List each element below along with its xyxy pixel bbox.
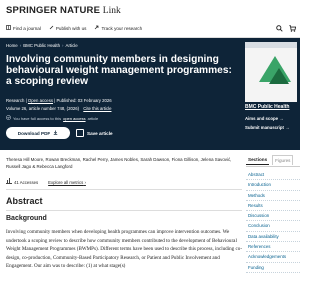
sidebar-item-methods[interactable]: Methods [246,191,300,201]
pencil-icon [49,25,54,31]
open-access-link[interactable]: Open access [28,98,53,103]
aims-scope-label: Aims and scope [245,116,278,121]
cover-shape-small [269,68,289,84]
access-open-link[interactable]: open access [63,116,85,121]
search-icon[interactable] [276,25,283,33]
abstract-divider [6,210,242,211]
cart-icon[interactable] [289,25,297,33]
sidebar-item-references[interactable]: References [246,242,300,253]
brand-name: SPRINGER NATURE [6,5,101,16]
download-pdf-label: Download PDF [17,130,51,136]
article-title: Involving community members in designing… [6,54,232,88]
arrow-right-icon: → [279,116,284,121]
submit-manuscript-link[interactable]: Submit manuscript → [245,125,289,130]
article-type: Research [6,98,25,103]
sidebar-tab-divider [246,166,300,167]
save-article-label: Save article [87,130,113,136]
access-prefix: You have full access to this [13,115,62,121]
book-icon [6,25,11,31]
cite-article-link[interactable]: Cite this article [83,106,111,111]
published-date: Published: 03 February 2026 [56,98,112,103]
header-actions [276,25,297,33]
explore-metrics-link[interactable]: Explore all metrics › [48,180,86,185]
nav-track-research-label: Track your research [101,25,143,31]
arrow-icon [94,25,99,31]
aims-scope-link[interactable]: Aims and scope → [245,116,283,121]
author-list[interactable]: Theresa Hill Moore, Rowan Breckman, Rach… [6,156,242,170]
sidebar-item-discussion[interactable]: Discussion [246,211,300,222]
nav-find-journal-label: Find a journal [13,25,41,31]
main-nav: Find a journal Publish with us Track you… [6,25,142,31]
download-icon [53,130,58,136]
check-icon [6,115,11,121]
nav-publish-label: Publish with us [55,25,87,31]
nav-publish[interactable]: Publish with us [49,25,87,31]
sidebar-item-results[interactable]: Results [246,201,300,212]
sections-list: Abstract Introduction Methods Results Di… [246,170,300,273]
access-notice: You have full access to this open access… [6,115,98,121]
metrics-icon [6,178,12,184]
abstract-heading: Abstract [6,196,43,206]
stats-divider [6,189,242,190]
breadcrumb-separator-icon: › [19,43,22,48]
sidebar-item-conclusion[interactable]: Conclusion [246,221,300,232]
breadcrumb-journal[interactable]: BMC Public Health [23,43,60,48]
submit-manuscript-label: Submit manuscript [245,125,284,130]
article-hero: Home › BMC Public Health › Article Involving… [0,38,300,150]
article-volume: Volume 26, article number 748, (2026) Ci… [6,106,111,111]
access-suffix: article [87,115,99,121]
breadcrumb: Home › BMC Public Health › Article [6,43,78,48]
brand-suffix: Link [102,6,121,16]
accesses-count: 41 Accesses [6,178,38,185]
journal-name-link[interactable]: BMC Public Health [245,104,289,110]
abstract-text: Involving community members when develop… [6,229,243,269]
breadcrumb-home[interactable]: Home [6,43,18,48]
chevron-right-icon: › [84,179,86,185]
save-article-button[interactable]: Save article [76,127,113,139]
breadcrumb-separator-icon: › [62,43,64,48]
cover-stripe [245,42,297,48]
background-heading: Background [6,215,47,222]
sidebar-item-acknowledgements[interactable]: Acknowledgements [246,252,300,263]
sidebar-item-funding[interactable]: Funding [246,263,300,273]
tab-sections[interactable]: Sections [246,155,270,165]
top-bar: SPRINGER NATURE Link Find a journal Publ… [0,0,300,38]
article-meta: Research | Open access | Published: 03 F… [6,98,112,103]
tab-figures[interactable]: Figures [272,155,294,165]
sidebar-tabs: Sections Figures [246,155,300,165]
journal-cover-image[interactable] [245,42,297,102]
nav-find-journal[interactable]: Find a journal [6,25,41,31]
sidebar-item-data-availability[interactable]: Data availability [246,232,300,243]
site-logo[interactable]: SPRINGER NATURE Link [6,5,121,16]
breadcrumb-article: Article [65,43,78,48]
article-stats: 41 Accesses Explore all metrics › [6,178,86,185]
arrow-right-icon: → [285,125,290,130]
download-pdf-button[interactable]: Download PDF [6,127,70,139]
bookmark-icon [76,129,84,137]
volume-info: Volume 26, article number 748, (2026) [6,106,80,111]
sidebar-item-introduction[interactable]: Introduction [246,180,300,191]
sidebar-item-abstract[interactable]: Abstract [246,170,300,181]
nav-track-research[interactable]: Track your research [94,25,142,31]
